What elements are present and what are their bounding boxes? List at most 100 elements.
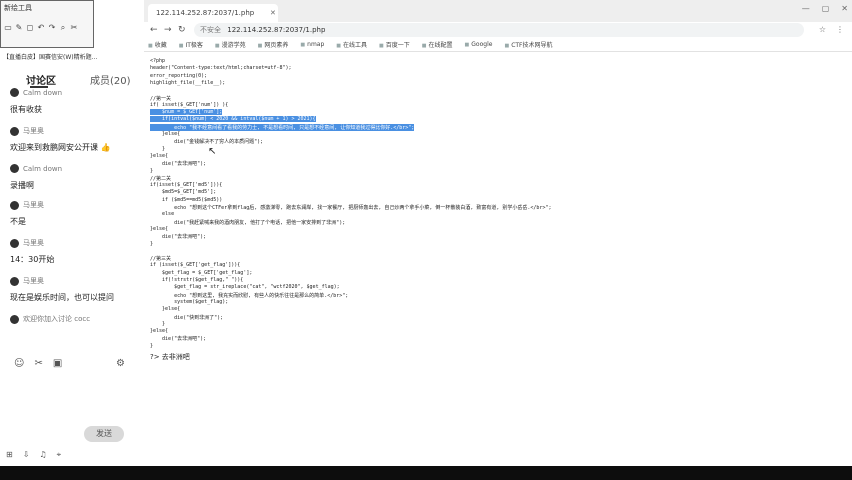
browser-tab[interactable]: 122.114.252.87:2037/1.php ✕ xyxy=(148,4,278,22)
bookmark-item[interactable]: nmap xyxy=(300,41,324,48)
back-icon[interactable]: ← xyxy=(150,25,158,35)
image-icon[interactable]: ▣ xyxy=(53,358,62,369)
source-line: die("快到非洲了"); xyxy=(150,314,224,321)
toolbox-tool-icon[interactable]: ✎ xyxy=(15,23,23,33)
bookmark-item[interactable]: IT极客 xyxy=(179,40,202,49)
send-button[interactable]: 发送 xyxy=(84,426,124,442)
bookmark-item[interactable]: 在线工具 xyxy=(336,40,367,49)
bookmark-item[interactable]: 网页素养 xyxy=(258,40,288,49)
source-line: if( isset($_GET['num']) ){ xyxy=(150,101,229,108)
bookmark-item[interactable]: Google xyxy=(465,41,492,48)
avatar[interactable] xyxy=(10,314,19,324)
tab-discussion[interactable]: 讨论区 xyxy=(26,72,56,87)
source-line: } xyxy=(150,240,154,247)
message-text: 欢迎来到救鹏网安公开课 👍 xyxy=(10,143,111,152)
avatar[interactable] xyxy=(10,88,19,97)
bookmark-item[interactable]: 漫游学苑 xyxy=(215,40,246,49)
grid-icon[interactable]: ⊞ xyxy=(6,450,13,464)
toolbox-tool-icon[interactable]: ⌕ xyxy=(59,23,67,33)
toolbox-tool-icon[interactable]: ◻ xyxy=(26,23,34,33)
url-text: 122.114.252.87:2037/1.php xyxy=(227,26,326,34)
source-line: } xyxy=(150,320,166,327)
source-line: $md5=$_GET['md5']; xyxy=(150,189,217,196)
chat-panel: 新绘工具 ▭ ✎ ◻ ↶ ↷ ⌕ ✂ 【直播白皮】国赛信安(W)精析题... 讨论区 成员(… xyxy=(0,0,145,466)
bookmark-item[interactable]: 收藏 xyxy=(148,40,167,49)
message-text: 现在是娱乐时间，也可以提问 xyxy=(10,293,114,302)
message-text: 录播啊 xyxy=(10,181,34,190)
tab-title: 122.114.252.87:2037/1.php xyxy=(156,9,255,17)
bookmark-item[interactable]: CTF技术网导航 xyxy=(504,40,552,49)
bookmark-item[interactable]: 百度一下 xyxy=(379,40,410,49)
scissors-icon[interactable]: ✂ xyxy=(34,358,42,369)
bookmarks-bar: 收藏 IT极客 漫游学苑 网页素养 nmap 在线工具 百度一下 在线配置 Google CTF技… xyxy=(144,38,852,52)
mouse-cursor-icon: ↖ xyxy=(208,146,217,157)
avatar[interactable] xyxy=(10,164,19,173)
source-line: die("去非洲吧"); xyxy=(150,161,207,168)
toolbox-tool-icon[interactable]: ↶ xyxy=(37,23,45,33)
source-line: die("金钱解决不了穷人的本质问题"); xyxy=(150,139,264,146)
source-line: die("去非洲吧"); xyxy=(150,336,207,343)
maximize-icon[interactable]: ▢ xyxy=(822,4,830,13)
close-icon[interactable]: ✕ xyxy=(270,4,276,22)
avatar[interactable] xyxy=(10,200,19,210)
avatar[interactable] xyxy=(10,126,19,136)
message-username: 马里奥 xyxy=(23,127,44,135)
bookmark-item[interactable]: 在线配置 xyxy=(422,40,453,49)
message-header: Calm down xyxy=(10,88,62,97)
extension-icons: ☆ ⋮ xyxy=(819,25,844,34)
source-line: if(isset($_GET['md5'])){ xyxy=(150,182,223,189)
settings-icon[interactable]: ⚙ xyxy=(116,358,125,369)
source-line: <?php xyxy=(150,58,166,64)
message-header: 欢迎你加入讨论 cocc xyxy=(10,314,90,324)
emoji-icon[interactable]: ☺ xyxy=(14,358,24,369)
chat-footer-icons: ⊞ ⇩ ♫ ⌖ xyxy=(0,450,144,464)
source-line: }else{ xyxy=(150,131,181,137)
download-icon[interactable]: ⇩ xyxy=(23,450,30,464)
toolbox-tool-icon[interactable]: ▭ xyxy=(4,23,12,33)
forward-icon[interactable]: → xyxy=(164,25,172,35)
source-line: echo "想到这里, 我充实而欣慰, 有些人的快乐往往是那么的简单.</br>… xyxy=(150,292,349,299)
source-line: }else{ xyxy=(150,306,181,313)
toolbox-tool-icon[interactable]: ✂ xyxy=(70,23,78,33)
tab-members[interactable]: 成员(20) xyxy=(90,72,131,87)
source-line: die("去非洲吧"); xyxy=(150,234,207,241)
message-header: 马里奥 xyxy=(10,126,44,136)
source-line: echo "我不经意间看了看我的劳力士, 不是想看时间, 只是想不经意间, 让你… xyxy=(150,123,415,131)
avatar[interactable] xyxy=(10,276,19,286)
location-icon[interactable]: ⌖ xyxy=(57,450,62,464)
source-line: if(!strstr($get_flag," ")){ xyxy=(150,277,244,283)
toolbox-tool-icon[interactable]: ↷ xyxy=(48,23,56,33)
source-line: if(intval($num) < 2020 && intval($num + … xyxy=(150,116,316,123)
url-input[interactable]: 不安全 122.114.252.87:2037/1.php xyxy=(194,23,804,37)
message-header: Calm down xyxy=(10,164,62,173)
input-icons: ☺ ✂ ▣ xyxy=(14,358,62,369)
avatar[interactable] xyxy=(10,238,19,248)
star-icon[interactable]: ☆ xyxy=(819,25,826,34)
page-output: ?> 去非洲吧 xyxy=(150,353,190,361)
message-header: 马里奥 xyxy=(10,276,44,286)
menu-icon[interactable]: ⋮ xyxy=(836,25,844,34)
toolbox-title: 新绘工具 xyxy=(4,4,32,12)
source-line: //第一关 xyxy=(150,95,172,102)
minimize-icon[interactable]: — xyxy=(802,4,810,13)
source-line: } xyxy=(150,145,166,152)
source-line: //第二关 xyxy=(150,175,172,182)
source-line: echo "想到这个CTFer拿到flag后, 感激涕零, 跑去东澜岸, 找一家… xyxy=(150,205,552,211)
live-banner[interactable]: 【直播白皮】国赛信安(W)精析题... xyxy=(0,52,144,64)
message-username: 马里奥 xyxy=(23,239,44,247)
insecure-label[interactable]: 不安全 xyxy=(200,26,221,34)
music-icon[interactable]: ♫ xyxy=(39,450,46,464)
source-line: else xyxy=(150,211,175,218)
drawing-toolbox: 新绘工具 ▭ ✎ ◻ ↶ ↷ ⌕ ✂ xyxy=(0,0,94,48)
source-line: $get_flag = str_ireplace("cat", "wctf202… xyxy=(150,284,340,291)
source-line: $num = $_GET['num']; xyxy=(150,109,223,116)
message-text: 很有收获 xyxy=(10,105,42,114)
message-text: 14：30开始 xyxy=(10,255,55,264)
source-line: system($get_flag); xyxy=(150,298,229,305)
close-window-icon[interactable]: ✕ xyxy=(841,4,848,13)
source-line: error_reporting(0); xyxy=(150,72,208,79)
reload-icon[interactable]: ↻ xyxy=(178,25,186,35)
taskbar xyxy=(0,466,852,480)
message-username: Calm down xyxy=(23,88,63,97)
message-text: 不是 xyxy=(10,217,26,226)
